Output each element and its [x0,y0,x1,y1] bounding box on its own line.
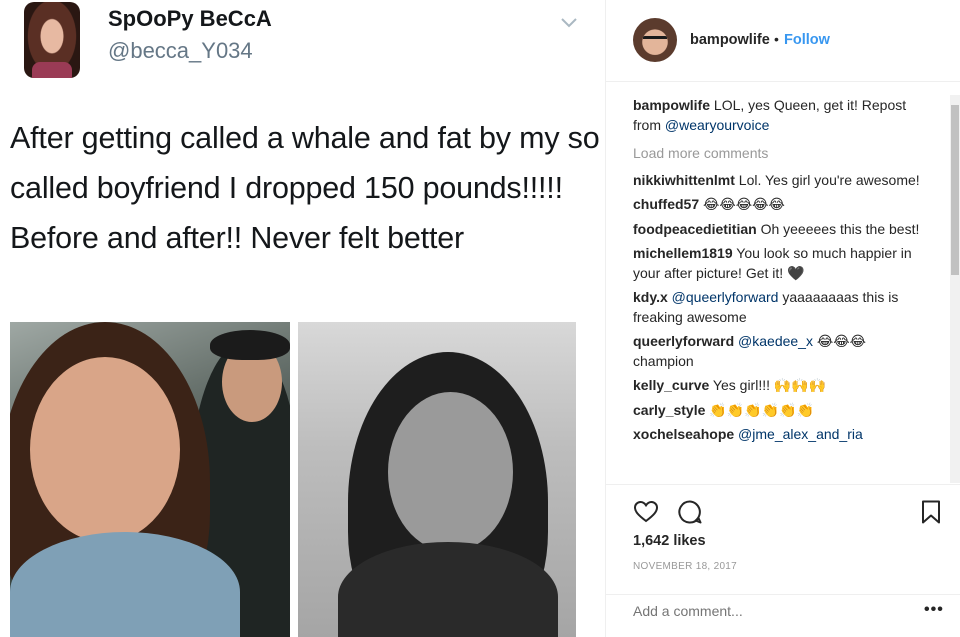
instagram-panel: bampowlife • Follow bampowlife LOL, yes … [605,0,960,637]
comment-item: nikkiwhittenlmt Lol. Yes girl you're awe… [633,171,923,191]
comment-username[interactable]: nikkiwhittenlmt [633,172,735,188]
caption-mention[interactable]: @wearyourvoice [665,117,769,133]
post-header: bampowlife • Follow [606,0,960,82]
add-comment-input[interactable] [633,603,903,619]
comment-item: foodpeacedietitian Oh yeeeees this the b… [633,220,923,240]
comment-item: xochelseahope @jme_alex_and_ria [633,425,923,445]
comment-item: queerlyforward @kaedee_x 😂😂😂 champion [633,332,923,371]
avatar[interactable] [633,18,677,62]
heart-icon[interactable] [633,499,659,525]
caption: bampowlife LOL, yes Queen, get it! Repos… [633,96,923,135]
comment-mention[interactable]: @queerlyforward [672,289,779,305]
comments-scrollbar[interactable] [950,95,960,483]
chevron-down-icon [561,18,577,28]
comment-item: kelly_curve Yes girl!!! 🙌🙌🙌 [633,376,923,396]
comment-text: Yes girl!!! 🙌🙌🙌 [709,377,827,393]
comment-username[interactable]: chuffed57 [633,196,699,212]
comment-username[interactable]: queerlyforward [633,333,734,349]
comment-username[interactable]: kdy.x [633,289,668,305]
comment-icon[interactable] [677,499,703,525]
comment-item: chuffed57 😂😂😂😂😂 [633,195,923,215]
comment-username[interactable]: carly_style [633,402,705,418]
comment-item: kdy.x @queerlyforward yaaaaaaaas this is… [633,288,923,327]
comment-username[interactable]: kelly_curve [633,377,709,393]
tweet-author-name: SpOoPy BeCcA [108,6,272,31]
comment-item: carly_style 👏👏👏👏👏👏 [633,401,923,421]
caption-username[interactable]: bampowlife [633,97,710,113]
post-image: SpOoPy BeCcA @becca_Y034 After getting c… [0,0,605,637]
post-username[interactable]: bampowlife [690,32,770,48]
comment-text: 😂😂😂😂😂 [699,196,785,212]
follow-button[interactable]: Follow [784,32,830,48]
comment-username[interactable]: xochelseahope [633,426,734,442]
scrollbar-thumb[interactable] [951,105,959,275]
comment-mention[interactable]: @jme_alex_and_ria [738,426,863,442]
separator-dot: • [774,31,779,47]
comments-list: bampowlife LOL, yes Queen, get it! Repos… [633,96,923,450]
comment-username[interactable]: michellem1819 [633,245,733,261]
likes-count[interactable]: 1,642 likes [633,533,706,549]
comment-item: michellem1819 You look so much happier i… [633,244,923,283]
comment-text: Lol. Yes girl you're awesome! [734,171,920,188]
comment-username[interactable]: foodpeacedietitian [633,221,757,237]
tweet-author-handle: @becca_Y034 [108,38,253,63]
tweet-avatar [24,2,80,78]
comment-mention[interactable]: @kaedee_x [738,333,813,349]
tweet-text: After getting called a whale and fat by … [10,121,600,255]
comment-text: 👏👏👏👏👏👏 [705,401,814,418]
load-more-comments-link[interactable]: Load more comments [633,144,923,164]
before-photo [10,322,290,637]
comment-text: Oh yeeeees this the best! [756,220,920,237]
bookmark-icon[interactable] [918,499,944,525]
action-bar: 1,642 likes NOVEMBER 18, 2017 [606,484,960,594]
add-comment-bar: ••• [606,594,960,637]
after-photo [298,322,576,637]
post-date: NOVEMBER 18, 2017 [633,561,738,572]
more-options-button[interactable]: ••• [924,601,944,619]
